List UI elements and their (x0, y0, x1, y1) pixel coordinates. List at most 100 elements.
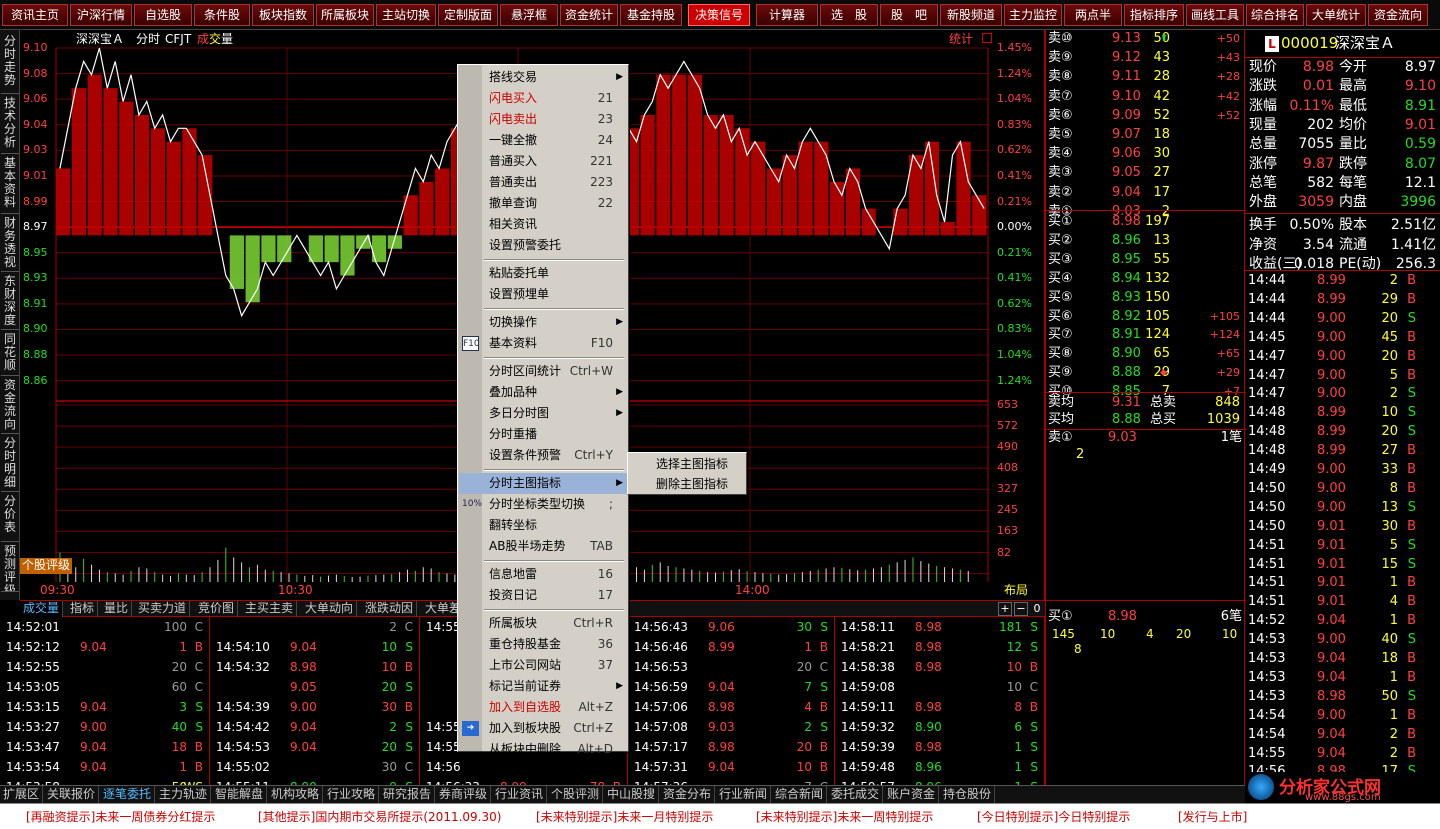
toolbar-button-12[interactable]: 计算器 (756, 4, 818, 26)
view-tab-9[interactable]: 预测评级 (1, 542, 19, 592)
chart-tab-0[interactable]: 成交量 (20, 601, 64, 617)
menu-item-36[interactable]: 从板块中删除 Alt+D (459, 739, 627, 760)
menu-item-16[interactable]: 分时区间统计 Ctrl+W (459, 361, 627, 382)
ticker-item[interactable]: [未来特别提示]未来一月特别提示 (536, 808, 713, 825)
menu-item-5[interactable]: 普通卖出 223 (459, 172, 627, 193)
ticker-item[interactable]: [再融资提示]未来一周债券分红提示 (26, 808, 215, 825)
view-tab-8[interactable]: 分价表 (1, 492, 19, 542)
menu-item-35[interactable]: 加入到板块股 Ctrl+Z ➜ (459, 718, 627, 739)
zoom-out-button[interactable]: − (1014, 602, 1028, 616)
menu-item-30[interactable]: 所属板块 Ctrl+R (459, 613, 627, 634)
menu-item-1[interactable]: 闪电买入 21 (459, 88, 627, 109)
chart-tab-3[interactable]: 买卖力道 (135, 601, 191, 617)
toolbar-button-4[interactable]: 板块指数 (252, 4, 314, 26)
menu-item-3[interactable]: 一键全撤 24 (459, 130, 627, 151)
toolbar-button-9[interactable]: 资金统计 (560, 4, 618, 26)
menu-item-18[interactable]: 多日分时图 ▶ (459, 403, 627, 424)
toolbar-button-11[interactable]: 决策信号 (688, 4, 750, 26)
bottom-tab-17[interactable]: 持仓股份 (940, 786, 996, 803)
bottom-tab-10[interactable]: 个股评测 (548, 786, 604, 803)
view-tab-1[interactable]: 技术分析 (1, 94, 19, 154)
menu-item-7[interactable]: 相关资讯 (459, 214, 627, 235)
bottom-tab-16[interactable]: 账户资金 (884, 786, 940, 803)
chart-tab-6[interactable]: 大单动向 (302, 601, 358, 617)
chart-tab-2[interactable]: 量比 (101, 601, 133, 617)
menu-item-31[interactable]: 重仓持股基金 36 (459, 634, 627, 655)
ticker-item[interactable]: [其他提示]国内期市交易所提示(2011.09.30) (258, 808, 501, 825)
menu-item-14[interactable]: 基本资料 F10 F10 (459, 333, 627, 354)
toolbar-button-17[interactable]: 两点半 (1064, 4, 1122, 26)
ticker-item[interactable]: [今日特别提示]今日特别提示 (977, 808, 1130, 825)
toolbar-button-6[interactable]: 主站切换 (376, 4, 436, 26)
indicator-volume-label[interactable]: 成交量 (197, 33, 233, 45)
bottom-tab-2[interactable]: 逐笔委托 (100, 786, 156, 803)
zoom-in-button[interactable]: + (998, 602, 1012, 616)
bottom-tab-15[interactable]: 委托成交 (828, 786, 884, 803)
menu-item-10[interactable]: 粘贴委托单 (459, 263, 627, 284)
ticker-item[interactable]: [未来特别提示]未来一周特别提示 (756, 808, 933, 825)
toolbar-button-20[interactable]: 综合排名 (1246, 4, 1304, 26)
menu-item-19[interactable]: 分时重播 (459, 424, 627, 445)
toolbar-button-5[interactable]: 所属板块 (316, 4, 374, 26)
layout-button[interactable]: 布局 (1004, 584, 1028, 596)
bottom-tab-4[interactable]: 智能解盘 (212, 786, 268, 803)
toolbar-button-2[interactable]: 自选股 (134, 4, 192, 26)
menu-item-27[interactable]: 信息地雷 16 (459, 564, 627, 585)
menu-item-8[interactable]: 设置预警委托 (459, 235, 627, 256)
toolbar-button-22[interactable]: 资金流向 (1368, 4, 1428, 26)
chart-tab-5[interactable]: 主买主卖 (242, 601, 298, 617)
menu-item-17[interactable]: 叠加品种 ▶ (459, 382, 627, 403)
chart-tab-4[interactable]: 竞价图 (195, 601, 239, 617)
maximize-icon[interactable] (982, 33, 992, 43)
submenu-item-1[interactable]: 删除主图指标 (630, 474, 744, 494)
bottom-tab-7[interactable]: 研究报告 (380, 786, 436, 803)
toolbar-button-21[interactable]: 大单统计 (1306, 4, 1366, 26)
view-tab-5[interactable]: 同花顺 (1, 330, 19, 376)
menu-item-4[interactable]: 普通买入 221 (459, 151, 627, 172)
toolbar-button-0[interactable]: 资讯主页 (2, 4, 68, 26)
menu-item-22[interactable]: 分时主图指标 ▶ (459, 473, 627, 494)
bottom-tab-9[interactable]: 行业资讯 (492, 786, 548, 803)
bottom-tab-5[interactable]: 机构攻略 (268, 786, 324, 803)
toolbar-button-7[interactable]: 定制版面 (438, 4, 498, 26)
view-tab-2[interactable]: 基本资料 (1, 154, 19, 214)
toolbar-button-19[interactable]: 画线工具 (1186, 4, 1244, 26)
submenu-item-0[interactable]: 选择主图指标 (630, 454, 744, 474)
menu-item-11[interactable]: 设置预埋单 (459, 284, 627, 305)
stock-rating-button[interactable]: 个股评级 (20, 558, 72, 574)
view-tab-0[interactable]: 分时走势 (1, 32, 19, 94)
bottom-tab-14[interactable]: 综合新闻 (772, 786, 828, 803)
toolbar-button-14[interactable]: 股 吧 (880, 4, 938, 26)
toolbar-button-18[interactable]: 指标排序 (1124, 4, 1184, 26)
menu-item-6[interactable]: 撤单查询 22 (459, 193, 627, 214)
menu-item-28[interactable]: 投资日记 17 (459, 585, 627, 606)
toolbar-button-13[interactable]: 选 股 (820, 4, 878, 26)
bottom-tab-13[interactable]: 行业新闻 (716, 786, 772, 803)
menu-item-25[interactable]: AB股半场走势 TAB (459, 536, 627, 557)
toolbar-button-10[interactable]: 基金持股 (620, 4, 682, 26)
toolbar-button-8[interactable]: 悬浮框 (500, 4, 558, 26)
bottom-tab-1[interactable]: 关联报价 (44, 786, 100, 803)
menu-item-34[interactable]: 加入到自选股 Alt+Z (459, 697, 627, 718)
toolbar-button-3[interactable]: 条件股 (194, 4, 250, 26)
view-tab-7[interactable]: 分时明细 (1, 434, 19, 492)
menu-item-33[interactable]: 标记当前证券 ▶ (459, 676, 627, 697)
view-tab-4[interactable]: 东财深度 (1, 272, 19, 330)
indicator-cfjt-label[interactable]: CFJT (165, 33, 191, 45)
bottom-tab-6[interactable]: 行业攻略 (324, 786, 380, 803)
view-tab-6[interactable]: 资金流向 (1, 376, 19, 434)
view-tab-3[interactable]: 财务透视 (1, 214, 19, 272)
menu-item-2[interactable]: 闪电卖出 23 (459, 109, 627, 130)
bottom-tab-8[interactable]: 券商评级 (436, 786, 492, 803)
menu-item-23[interactable]: 分时坐标类型切换; 10% (459, 494, 627, 515)
chart-tab-1[interactable]: 指标 (67, 601, 99, 617)
menu-item-0[interactable]: 搭线交易 ▶ (459, 67, 627, 88)
statistics-button[interactable]: 统计 (949, 33, 973, 45)
bottom-tab-12[interactable]: 资金分布 (660, 786, 716, 803)
bottom-tab-0[interactable]: 扩展区 (0, 786, 44, 803)
bottom-tab-11[interactable]: 中山股搜 (604, 786, 660, 803)
chart-tab-7[interactable]: 涨跌动因 (362, 601, 418, 617)
menu-item-37[interactable]: 显隐图形标识 (459, 760, 627, 781)
toolbar-button-16[interactable]: 主力监控 (1004, 4, 1062, 26)
menu-item-20[interactable]: 设置条件预警 Ctrl+Y (459, 445, 627, 466)
